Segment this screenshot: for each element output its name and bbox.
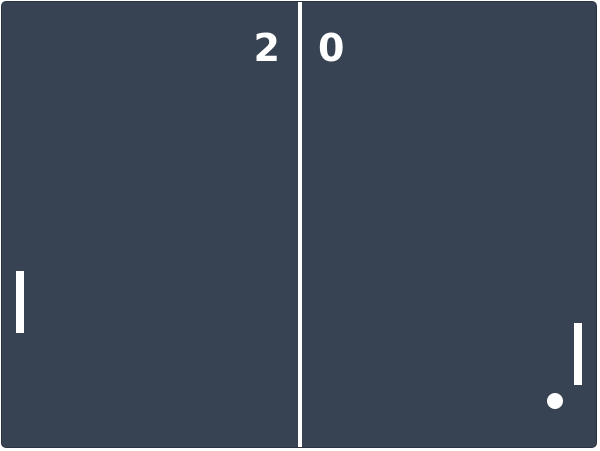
center-net <box>298 2 302 447</box>
game-board: 2 0 <box>2 2 596 447</box>
left-player-score: 2 <box>253 26 280 70</box>
right-player-score: 0 <box>318 26 345 70</box>
ball <box>547 393 563 409</box>
right-paddle[interactable] <box>574 323 582 385</box>
left-paddle[interactable] <box>16 271 24 333</box>
